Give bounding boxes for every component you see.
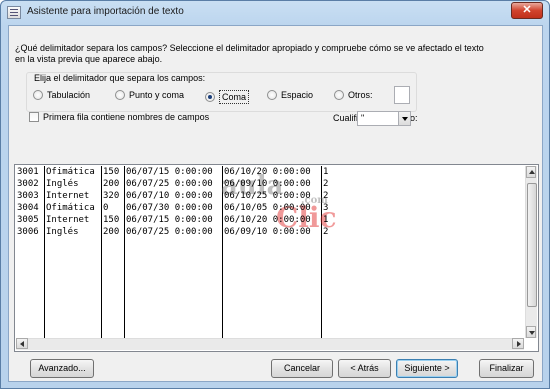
vertical-scrollbar[interactable] (525, 166, 537, 338)
title-bar[interactable]: Asistente para importación de texto ✕ (1, 1, 549, 25)
table-cell: Internet (46, 215, 90, 225)
table-cell: Ofimática (46, 167, 95, 177)
finish-button[interactable]: Finalizar (479, 359, 534, 378)
table-cell: 06/07/25 0:00:00 (126, 179, 213, 189)
radio-punto-y-coma[interactable]: Punto y coma (115, 90, 184, 100)
checkbox-icon[interactable] (29, 112, 39, 122)
otros-input[interactable] (394, 86, 410, 104)
table-cell: Inglés (46, 227, 79, 237)
table-cell: 150 (103, 215, 120, 225)
table-cell: 3001 (17, 167, 39, 177)
table-cell: Ofimática (46, 203, 95, 213)
table-cell: Inglés (46, 179, 79, 189)
back-button[interactable]: < Atrás (338, 359, 391, 378)
radio-icon[interactable] (267, 90, 277, 100)
text-qualifier-value: " (361, 113, 365, 123)
table-cell: 3006 (17, 227, 39, 237)
radio-label-espacio: Espacio (281, 90, 314, 100)
cancel-button[interactable]: Cancelar (271, 359, 333, 378)
table-cell: 3002 (17, 179, 39, 189)
app-icon (7, 6, 21, 19)
scroll-left-icon[interactable] (16, 338, 28, 349)
radio-label-otros: Otros: (348, 90, 373, 100)
table-cell: 3005 (17, 215, 39, 225)
radio-selected-icon[interactable] (205, 92, 215, 102)
table-cell: 06/07/30 0:00:00 (126, 203, 213, 213)
radio-otros[interactable]: Otros: (334, 90, 373, 100)
radio-espacio[interactable]: Espacio (267, 90, 313, 100)
table-cell: 06/07/25 0:00:00 (126, 227, 213, 237)
window-title: Asistente para importación de texto (27, 6, 184, 17)
column-divider[interactable] (124, 166, 125, 338)
delimiter-group-title: Elija el delimitador que separa los camp… (34, 73, 206, 83)
preview-grid[interactable]: aula .com Clic 3001 Ofimática 150 06/07/15 … (14, 164, 539, 352)
table-cell: 2 (323, 179, 329, 189)
radio-label-punto-y-coma: Punto y coma (129, 90, 185, 100)
table-cell: 06/09/10 0:00:00 (224, 227, 311, 237)
next-button[interactable]: Siguiente > (396, 359, 458, 378)
radio-tabulacion[interactable]: Tabulación (33, 90, 90, 100)
table-cell: 06/10/20 0:00:00 (224, 215, 311, 225)
table-cell: Internet (46, 191, 90, 201)
radio-icon[interactable] (115, 90, 125, 100)
scroll-right-icon[interactable] (512, 338, 524, 349)
import-text-wizard-window: Asistente para importación de texto ✕ ¿Q… (0, 0, 550, 389)
table-cell: 06/10/20 0:00:00 (224, 167, 311, 177)
first-row-checkbox[interactable]: Primera fila contiene nombres de campos (29, 112, 209, 122)
table-cell: 200 (103, 227, 120, 237)
close-button[interactable]: ✕ (511, 2, 543, 19)
table-cell: 2 (323, 191, 329, 201)
preview-grid-content: aula .com Clic 3001 Ofimática 150 06/07/15 … (16, 166, 524, 338)
wizard-body: ¿Qué delimitador separa los campos? Sele… (8, 25, 543, 382)
table-cell: 06/09/10 0:00:00 (224, 179, 311, 189)
table-cell: 3003 (17, 191, 39, 201)
table-cell: 1 (323, 215, 329, 225)
column-divider[interactable] (44, 166, 45, 338)
delimiter-group: Elija el delimitador que separa los camp… (26, 72, 417, 112)
table-cell: 2 (323, 227, 329, 237)
radio-icon[interactable] (33, 90, 43, 100)
table-cell: 1 (323, 167, 329, 177)
radio-label-coma: Coma (219, 90, 250, 104)
table-cell: 150 (103, 167, 120, 177)
table-cell: 200 (103, 179, 120, 189)
table-cell: 06/07/15 0:00:00 (126, 215, 213, 225)
table-cell: 06/10/05 0:00:00 (224, 203, 311, 213)
table-cell: 0 (103, 203, 109, 213)
scroll-thumb[interactable] (527, 183, 537, 307)
first-row-checkbox-label: Primera fila contiene nombres de campos (43, 112, 210, 122)
radio-label-tabulacion: Tabulación (47, 90, 91, 100)
table-cell: 06/10/25 0:00:00 (224, 191, 311, 201)
horizontal-scrollbar[interactable] (16, 338, 524, 350)
table-cell: 3 (323, 203, 329, 213)
table-cell: 06/07/10 0:00:00 (126, 191, 213, 201)
table-cell: 06/07/15 0:00:00 (126, 167, 213, 177)
table-cell: 320 (103, 191, 120, 201)
radio-coma[interactable]: Coma (205, 90, 250, 104)
chevron-down-icon[interactable] (398, 112, 410, 125)
table-cell: 3004 (17, 203, 39, 213)
radio-icon[interactable] (334, 90, 344, 100)
advanced-button[interactable]: Avanzado... (30, 359, 94, 378)
instruction-text: ¿Qué delimitador separa los campos? Sele… (15, 43, 484, 64)
column-divider[interactable] (101, 166, 102, 338)
text-qualifier-select[interactable]: " (357, 111, 411, 126)
scroll-up-icon[interactable] (526, 166, 536, 178)
scroll-down-icon[interactable] (526, 326, 536, 338)
